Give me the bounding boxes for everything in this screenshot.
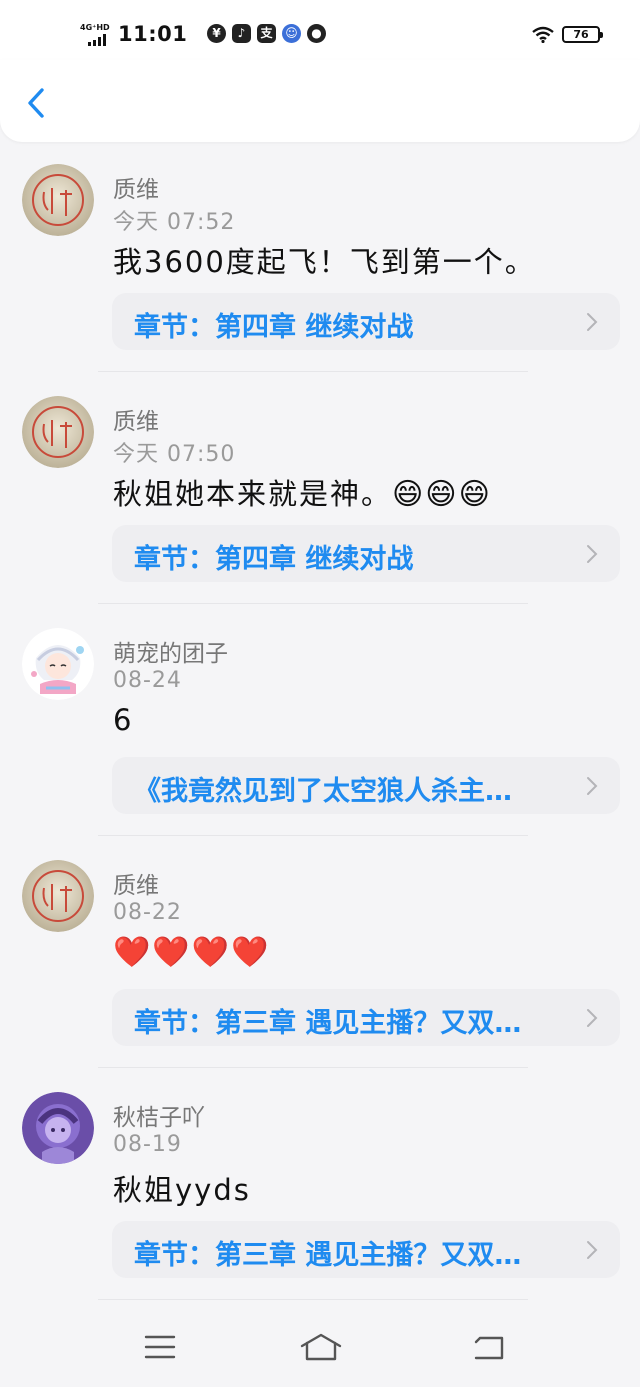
comment-time: 今天 07:52 (113, 210, 236, 235)
comment-emoji: 😄😄😄 (392, 477, 492, 512)
wallet-icon: ¥ (207, 24, 226, 43)
comment-time: 08-19 (113, 1132, 182, 1157)
wifi-icon (532, 26, 554, 43)
avatar[interactable] (22, 860, 94, 932)
chevron-right-icon (587, 545, 598, 563)
username[interactable]: 质维 (113, 170, 159, 204)
comment-body: 秋姐她本来就是神。 (113, 477, 393, 511)
chapter-link[interactable]: 《我竟然见到了太空狼人杀主… (112, 757, 620, 814)
comment-text: 秋姐yyds (113, 1167, 251, 1209)
username[interactable]: 质维 (113, 866, 159, 900)
chapter-link[interactable]: 章节：第四章 继续对战 (112, 525, 620, 582)
wechat-icon: ● (307, 24, 326, 43)
avatar[interactable] (22, 628, 94, 700)
back-icon[interactable] (472, 1334, 506, 1362)
chevron-right-icon (587, 1009, 598, 1027)
chapter-link[interactable]: 章节：第三章 遇见主播？又双… (112, 989, 620, 1046)
chevron-right-icon (587, 1241, 598, 1259)
username[interactable]: 质维 (113, 402, 159, 436)
avatar[interactable] (22, 1092, 94, 1164)
chapter-link[interactable]: 章节：第四章 继续对战 (112, 293, 620, 350)
heart-emoji: ❤️❤️❤️❤️ (113, 935, 271, 970)
alipay-icon: 支 (257, 24, 276, 43)
chapter-label: 章节：第四章 继续对战 (134, 312, 414, 343)
username[interactable]: 萌宠的团子 (113, 634, 228, 668)
comment-item: 萌宠的团子 08-24 6 《我竟然见到了太空狼人杀主… (0, 604, 640, 836)
network-indicator: 4G⁺HD (80, 23, 110, 32)
comment-item: 质维 08-22 ❤️❤️❤️❤️ 章节：第三章 遇见主播？又双… (0, 836, 640, 1068)
comment-text: 秋姐她本来就是神。😄😄😄 (113, 471, 492, 513)
home-icon[interactable] (300, 1332, 342, 1362)
comment-item: 质维 今天 07:52 我3600度起飞！飞到第一个。 章节：第四章 继续对战 (0, 140, 640, 372)
chevron-right-icon (587, 777, 598, 795)
avatar[interactable] (22, 164, 94, 236)
chapter-label: 章节：第三章 遇见主播？又双… (134, 1240, 522, 1271)
chapter-label: 章节：第三章 遇见主播？又双… (134, 1008, 522, 1039)
comment-body: 我3600度起飞！飞到第一个。 (113, 245, 536, 279)
username[interactable]: 秋桔子吖 (113, 1098, 205, 1132)
battery-indicator: 76 (562, 26, 603, 43)
comment-text: 6 (113, 703, 133, 738)
divider (98, 1299, 528, 1300)
music-icon: ♪ (232, 24, 251, 43)
system-nav-bar (0, 1310, 640, 1387)
notification-icons: ¥ ♪ 支 ☺ ● (207, 24, 326, 43)
app-mascot-icon: ☺ (282, 24, 301, 43)
comment-item: 质维 今天 07:50 秋姐她本来就是神。😄😄😄 章节：第四章 继续对战 (0, 372, 640, 604)
chapter-label: 《我竟然见到了太空狼人杀主… (134, 776, 512, 807)
comment-text: 我3600度起飞！飞到第一个。 (113, 239, 536, 281)
comment-body: 6 (113, 703, 134, 737)
comment-body: 秋姐yyds (113, 1173, 251, 1207)
back-button[interactable] (20, 86, 54, 120)
chevron-right-icon (587, 313, 598, 331)
chapter-link[interactable]: 章节：第三章 遇见主播？又双… (112, 1221, 620, 1278)
top-nav-bar (0, 60, 640, 142)
menu-icon[interactable] (144, 1334, 176, 1360)
comment-time: 08-22 (113, 900, 182, 925)
comment-time: 今天 07:50 (113, 442, 236, 467)
comment-text: ❤️❤️❤️❤️ (113, 935, 270, 970)
comment-item: 秋桔子吖 08-19 秋姐yyds 章节：第三章 遇见主播？又双… (0, 1068, 640, 1300)
chapter-label: 章节：第四章 继续对战 (134, 544, 414, 575)
comment-time: 08-24 (113, 668, 182, 693)
avatar[interactable] (22, 396, 94, 468)
clock: 11:01 (118, 22, 188, 46)
signal-icon (88, 34, 110, 46)
